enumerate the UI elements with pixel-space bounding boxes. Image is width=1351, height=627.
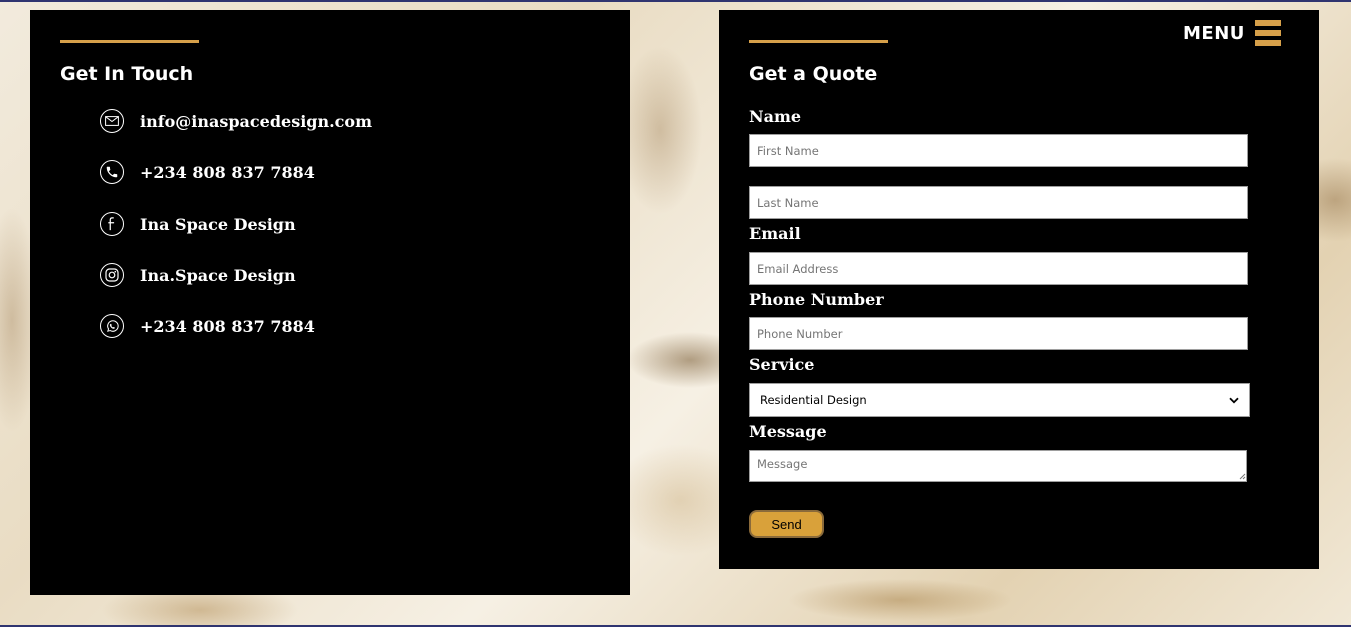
contact-whatsapp-text[interactable]: +234 808 837 7884 [140, 317, 315, 336]
quote-heading: Get a Quote [749, 63, 878, 85]
menu-button[interactable]: MENU [1183, 20, 1281, 46]
contact-item-email[interactable]: info@inaspacedesign.com [100, 107, 372, 135]
page-top-border [0, 0, 1351, 2]
contact-instagram-text[interactable]: Ina.Space Design [140, 266, 296, 285]
message-label: Message [749, 422, 827, 441]
quote-heading-accent-line [749, 40, 888, 43]
service-label: Service [749, 355, 815, 374]
email-label: Email [749, 224, 801, 243]
contact-item-phone[interactable]: +234 808 837 7884 [100, 158, 315, 186]
facebook-icon [100, 212, 124, 236]
service-select[interactable]: Residential Design [749, 383, 1250, 417]
hamburger-icon [1254, 20, 1281, 46]
contact-phone-text[interactable]: +234 808 837 7884 [140, 163, 315, 182]
phone-label: Phone Number [749, 290, 884, 309]
first-name-input[interactable] [749, 134, 1248, 167]
contact-item-facebook[interactable]: Ina Space Design [100, 210, 296, 238]
quote-panel: MENU Get a Quote Name Email Phone Number… [719, 10, 1319, 569]
contact-heading: Get In Touch [60, 63, 194, 85]
name-label: Name [749, 107, 802, 126]
instagram-icon [100, 263, 124, 287]
menu-label: MENU [1183, 22, 1245, 44]
phone-icon [100, 160, 124, 184]
service-selected-value: Residential Design [760, 393, 867, 407]
contact-panel: Get In Touch info@inaspacedesign.com +23… [30, 10, 630, 595]
contact-facebook-text[interactable]: Ina Space Design [140, 215, 296, 234]
contact-item-whatsapp[interactable]: +234 808 837 7884 [100, 312, 315, 340]
contact-heading-accent-line [60, 40, 199, 43]
contact-email-text[interactable]: info@inaspacedesign.com [140, 112, 372, 131]
send-button[interactable]: Send [749, 510, 824, 538]
email-input[interactable] [749, 252, 1248, 285]
phone-input[interactable] [749, 317, 1248, 350]
message-textarea[interactable] [749, 450, 1247, 482]
resize-grip-icon[interactable] [1238, 472, 1246, 480]
contact-item-instagram[interactable]: Ina.Space Design [100, 261, 296, 289]
whatsapp-icon [100, 314, 124, 338]
mail-icon [100, 109, 124, 133]
last-name-input[interactable] [749, 186, 1248, 219]
chevron-down-icon [1229, 393, 1239, 407]
